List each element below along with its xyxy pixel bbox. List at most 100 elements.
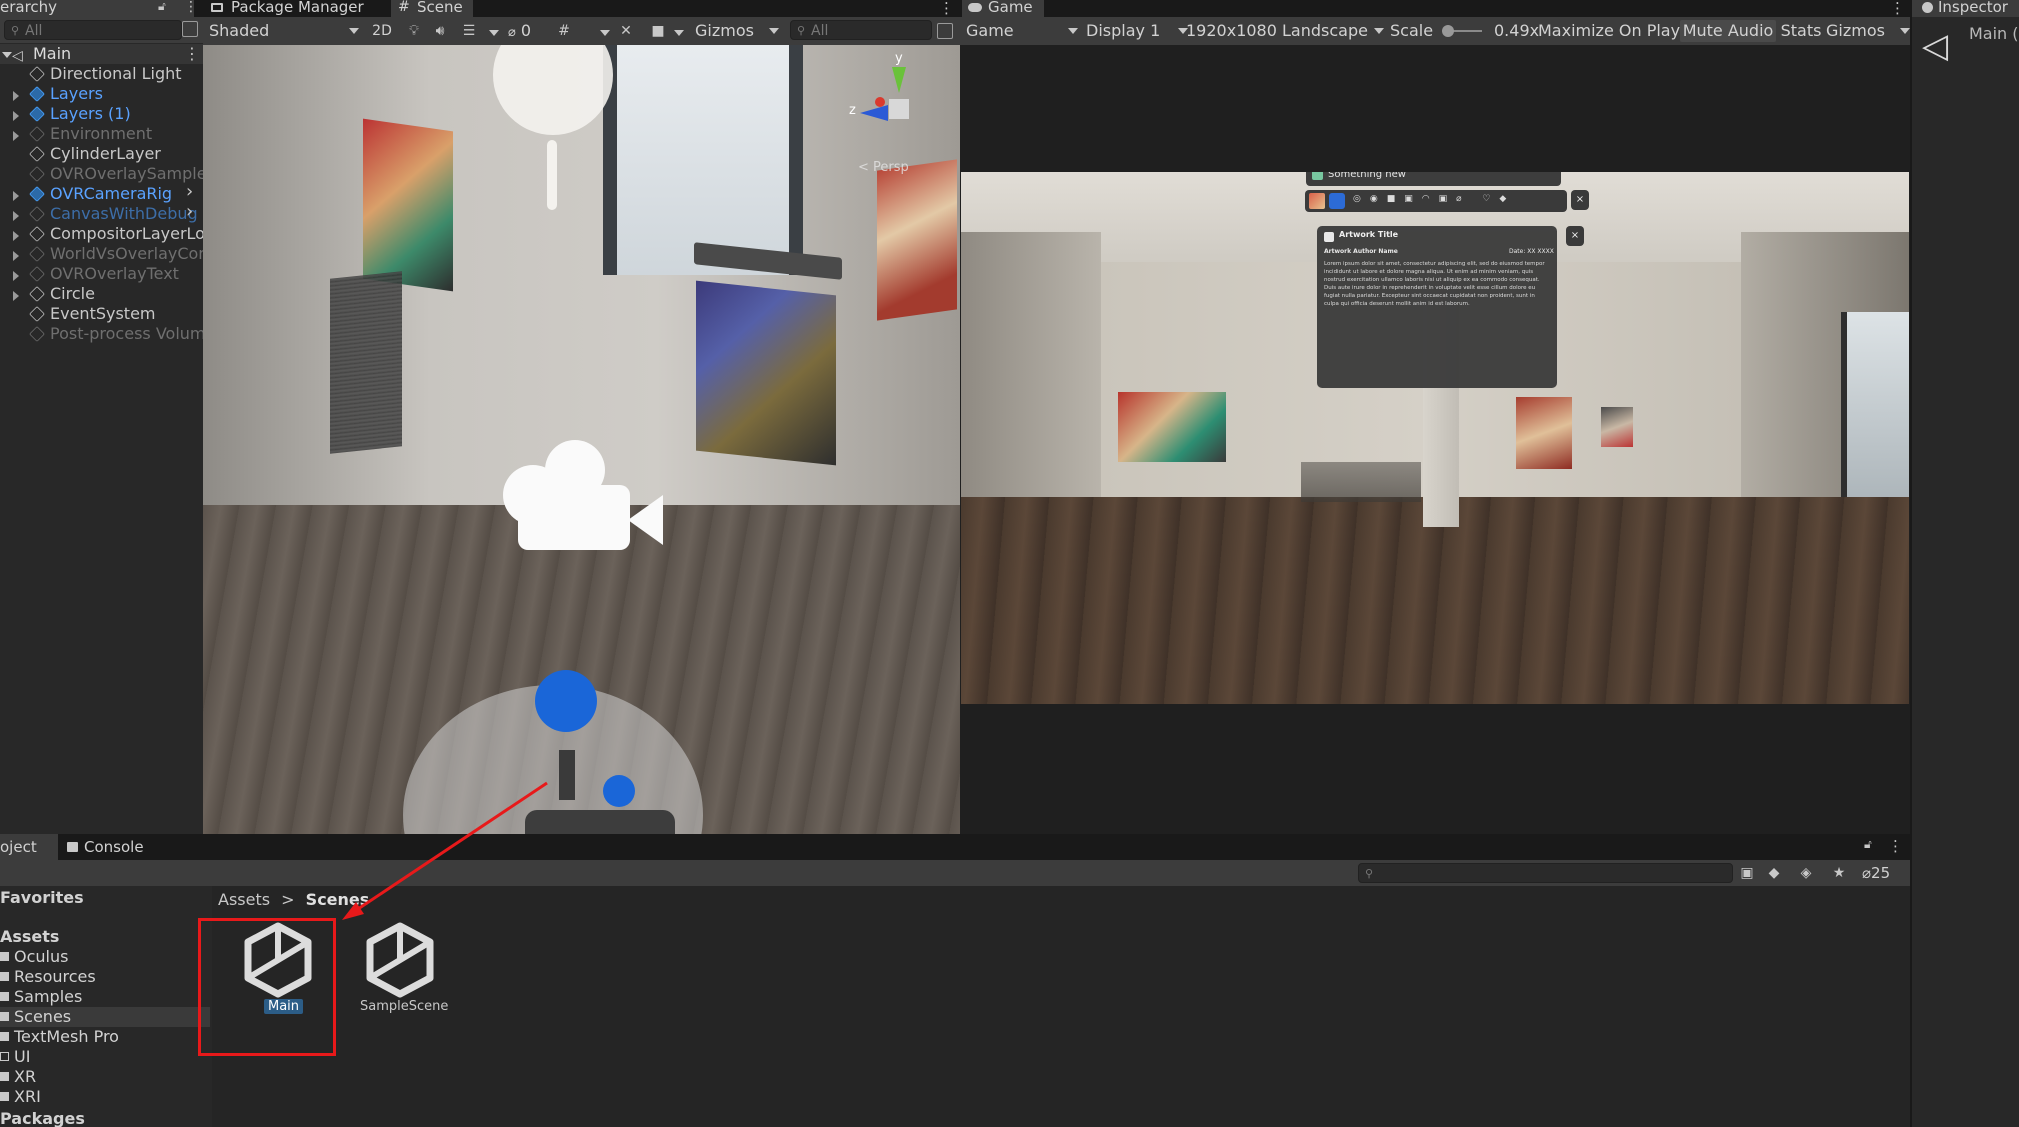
- hierarchy-item[interactable]: CylinderLayer: [0, 144, 203, 164]
- tab-package-manager[interactable]: Package Manager: [205, 0, 370, 17]
- hierarchy-item[interactable]: Circle: [0, 284, 203, 304]
- hierarchy-item[interactable]: EventSystem: [0, 304, 203, 324]
- folder-item[interactable]: Resources: [0, 967, 210, 987]
- game-mode-dropdown[interactable]: Game: [966, 20, 1078, 42]
- maximize-on-play-toggle[interactable]: Maximize On Play: [1538, 20, 1680, 42]
- scene-visibility-toggle[interactable]: ⌀ 0: [508, 20, 544, 42]
- search-by-type-icon[interactable]: ▣: [1736, 862, 1758, 884]
- painting-game-right: [1601, 407, 1633, 447]
- folder-item[interactable]: Samples: [0, 987, 210, 1007]
- folder-item[interactable]: Oculus: [0, 947, 210, 967]
- folder-item[interactable]: XRI: [0, 1087, 210, 1107]
- lighting-toggle-icon[interactable]: 💡︎: [403, 20, 425, 42]
- grid-toggle-icon[interactable]: #: [553, 20, 575, 42]
- stats-toggle[interactable]: Stats: [1778, 20, 1824, 42]
- foldout-arrow-icon[interactable]: [13, 291, 19, 301]
- game-gizmos-dropdown[interactable]: Gizmos: [1826, 20, 1910, 42]
- breadcrumb-scenes[interactable]: Scenes: [306, 890, 370, 909]
- mode-2d-toggle[interactable]: 2D: [368, 20, 396, 42]
- hierarchy-search-input[interactable]: ⚲ All: [4, 20, 182, 40]
- hierarchy-item[interactable]: Layers: [0, 84, 203, 104]
- hierarchy-item[interactable]: Directional Light: [0, 64, 203, 84]
- tab-scene[interactable]: # Scene: [391, 0, 473, 17]
- scene-kebab-icon[interactable]: ⋮: [939, 0, 954, 17]
- project-kebab-icon[interactable]: ⋮: [1888, 837, 1903, 855]
- search-icon: ⚲: [1365, 867, 1374, 880]
- folder-item[interactable]: UI: [0, 1047, 210, 1067]
- game-render[interactable]: Something new ◎◉■▣◠▣⌀ ♡◆ × Artwork Title…: [961, 172, 1909, 704]
- hierarchy-item[interactable]: OVRCameraRig ›: [0, 182, 203, 204]
- search-by-label-icon[interactable]: ◆: [1763, 862, 1785, 884]
- hierarchy-panel: erarchy 🔓︎ ⋮ ⚲ All ◁ Main ⋮ Directional …: [0, 0, 203, 834]
- hidden-packages-toggle[interactable]: ⌀25: [1862, 862, 1890, 884]
- foldout-arrow-icon[interactable]: [13, 231, 19, 241]
- scale-slider[interactable]: Scale 0.49x: [1390, 20, 1544, 42]
- overlay-info-button[interactable]: [1329, 193, 1345, 209]
- scene-search-options-icon[interactable]: [937, 23, 953, 39]
- scene-search-input[interactable]: ⚲ All: [790, 20, 932, 40]
- overlay-close-top[interactable]: ×: [1571, 190, 1589, 210]
- folder-item[interactable]: XR: [0, 1067, 210, 1087]
- camera-gizmo-icon[interactable]: [503, 440, 663, 550]
- overlay-close-card[interactable]: ×: [1566, 226, 1584, 246]
- grid-dropdown-icon[interactable]: [600, 30, 610, 36]
- tab-game[interactable]: Game: [962, 0, 1044, 17]
- foldout-open-icon[interactable]: [2, 52, 12, 58]
- foldout-arrow-icon[interactable]: [13, 191, 19, 201]
- resolution-dropdown[interactable]: 1920x1080 Landscape: [1186, 20, 1386, 42]
- effects-toggle-icon[interactable]: ☰: [458, 20, 480, 42]
- chevron-right-icon[interactable]: ›: [186, 182, 193, 202]
- effects-dropdown-icon[interactable]: [489, 30, 499, 36]
- hierarchy-item[interactable]: WorldVsOverlayComp: [0, 244, 203, 264]
- project-lock-icon[interactable]: 🔓︎: [1864, 837, 1872, 852]
- eye-slash-icon: ⌀: [1862, 864, 1872, 882]
- scene-menu-icon[interactable]: ⋮: [184, 44, 200, 64]
- lock-icon[interactable]: 🔓︎: [158, 0, 166, 14]
- foldout-arrow-icon[interactable]: [13, 211, 19, 221]
- hierarchy-item[interactable]: Post-process Volume: [0, 324, 203, 344]
- project-search-input[interactable]: ⚲: [1358, 863, 1733, 883]
- folder-item[interactable]: Scenes: [0, 1007, 210, 1027]
- folder-item[interactable]: TextMesh Pro: [0, 1027, 210, 1047]
- scene-root-row[interactable]: ◁ Main ⋮: [0, 44, 203, 64]
- hierarchy-item[interactable]: Environment: [0, 124, 203, 144]
- foldout-arrow-icon[interactable]: [13, 111, 19, 121]
- chevron-right-icon[interactable]: ›: [186, 202, 193, 222]
- camera-dropdown-icon[interactable]: [674, 30, 684, 36]
- kebab-menu-icon[interactable]: ⋮: [184, 0, 198, 15]
- perspective-label[interactable]: < Persp: [858, 160, 909, 175]
- tab-project[interactable]: oject: [0, 834, 58, 860]
- breadcrumb-assets[interactable]: Assets: [218, 890, 270, 909]
- favorites-header[interactable]: Favorites: [0, 888, 84, 908]
- label-tag-icon[interactable]: ◈: [1795, 862, 1817, 884]
- audio-toggle-icon[interactable]: 🔊︎: [429, 20, 451, 42]
- search-options-icon[interactable]: [182, 21, 198, 37]
- hierarchy-item[interactable]: OVROverlayText: [0, 264, 203, 284]
- game-kebab-icon[interactable]: ⋮: [1890, 0, 1905, 17]
- camera-settings-icon[interactable]: ■: [647, 20, 669, 42]
- tab-inspector[interactable]: Inspector: [1912, 0, 2019, 17]
- foldout-arrow-icon[interactable]: [13, 251, 19, 261]
- packages-header[interactable]: Packages: [0, 1109, 85, 1127]
- favorite-star-icon[interactable]: ★: [1828, 862, 1850, 884]
- foldout-arrow-icon[interactable]: [13, 131, 19, 141]
- tab-console[interactable]: Console: [62, 834, 150, 860]
- hierarchy-item[interactable]: Layers (1): [0, 104, 203, 124]
- asset-tile-samplescene[interactable]: SampleScene: [342, 920, 472, 1020]
- mute-audio-toggle[interactable]: Mute Audio: [1680, 20, 1776, 42]
- orientation-gizmo[interactable]: y z: [849, 51, 945, 147]
- foldout-arrow-icon[interactable]: [13, 271, 19, 281]
- assets-header[interactable]: Assets: [0, 927, 59, 947]
- scene-viewport[interactable]: y z < Persp: [203, 45, 960, 834]
- scene-gizmos-dropdown[interactable]: Gizmos: [695, 20, 779, 42]
- hierarchy-item[interactable]: OVROverlaySampleL: [0, 164, 203, 184]
- search-icon: ⚲: [11, 24, 20, 37]
- hierarchy-item[interactable]: CompositorLayerLoa: [0, 224, 203, 244]
- foldout-arrow-icon[interactable]: [13, 91, 19, 101]
- hierarchy-item[interactable]: CanvasWithDebug ›: [0, 202, 203, 224]
- shading-mode-dropdown[interactable]: Shaded: [209, 20, 359, 42]
- scale-slider-thumb[interactable]: [1442, 25, 1454, 37]
- chevron-down-icon: [1374, 28, 1384, 34]
- display-dropdown[interactable]: Display 1: [1086, 20, 1188, 42]
- tools-icon[interactable]: ✕: [615, 20, 637, 42]
